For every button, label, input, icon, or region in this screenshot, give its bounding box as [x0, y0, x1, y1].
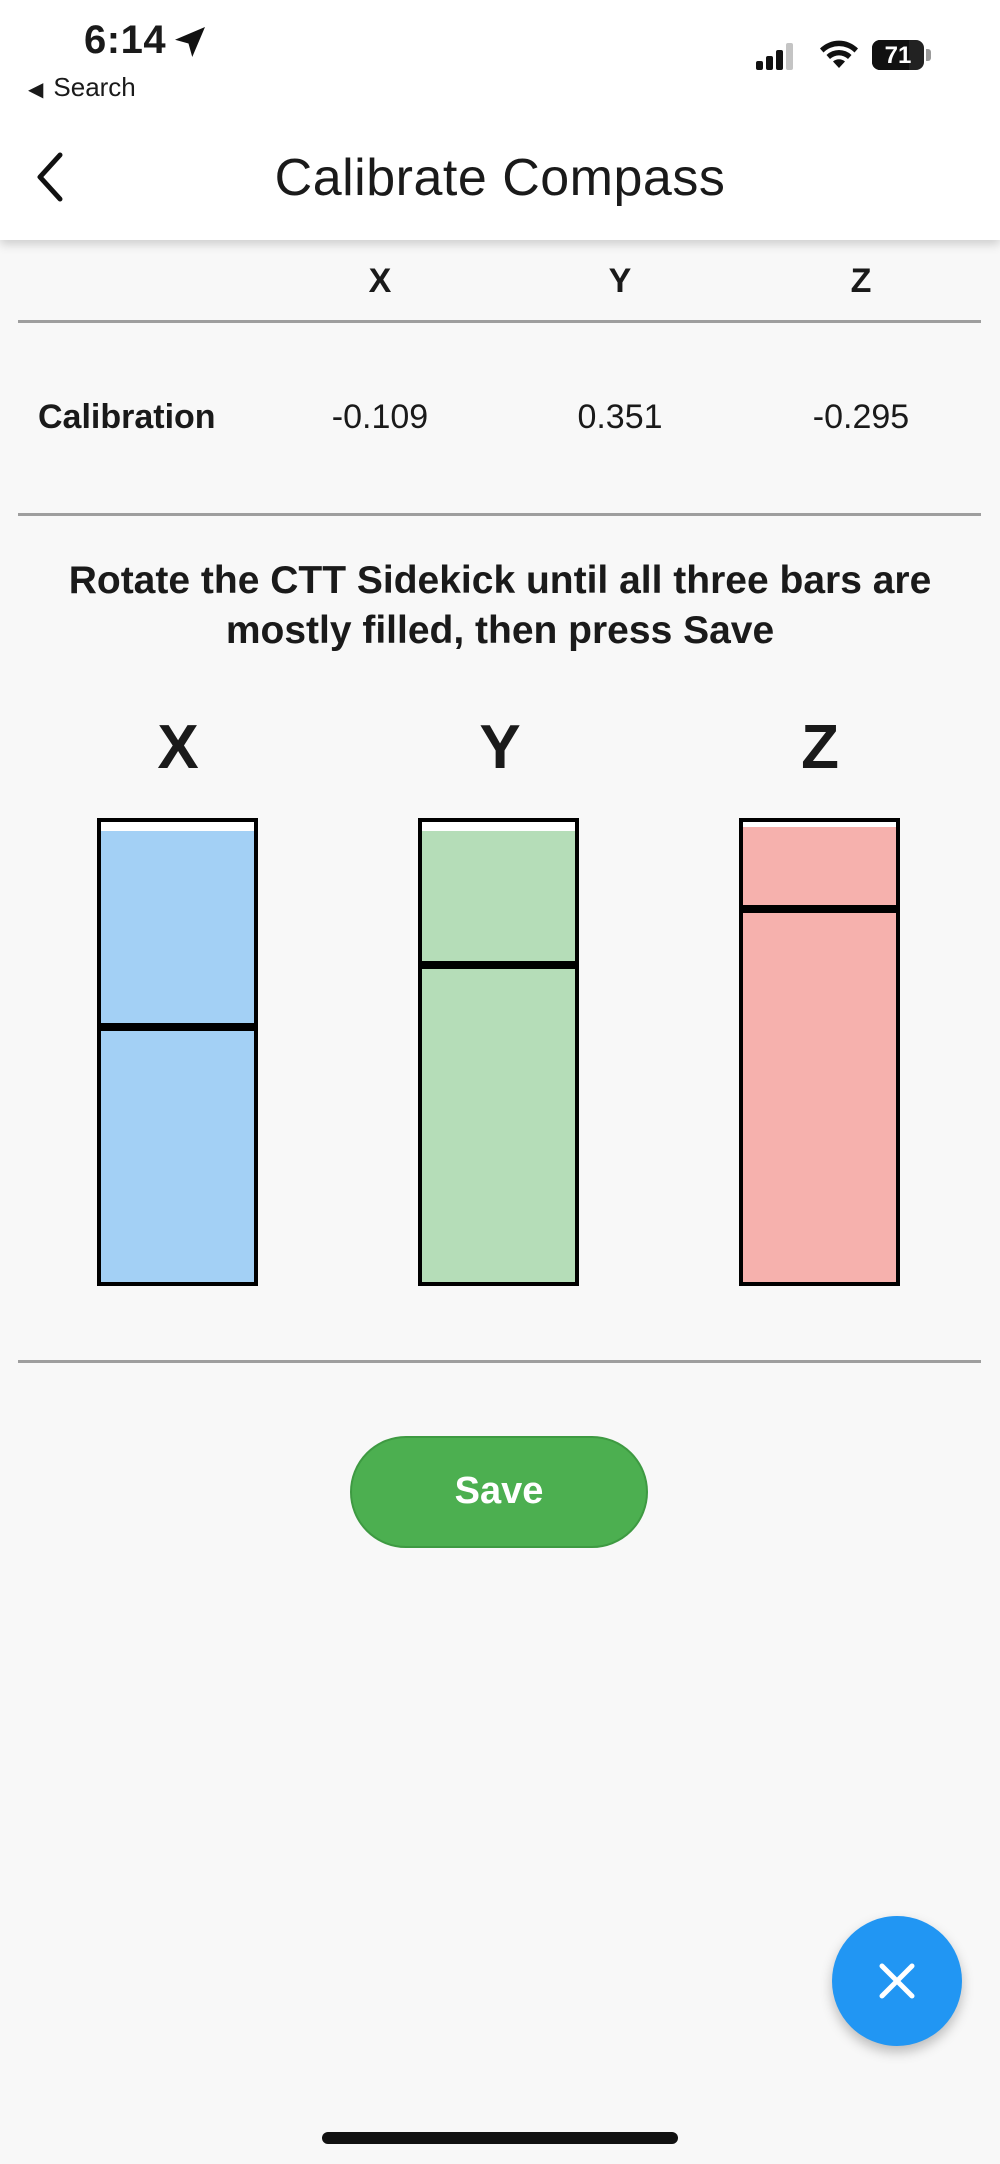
bar-fill-z [743, 826, 896, 1282]
bars-bottom-divider [18, 1360, 981, 1363]
calibration-row-label: Calibration [38, 398, 216, 436]
home-indicator [322, 2132, 678, 2144]
bar-label-z: Z [801, 713, 839, 782]
bar-fill-y [422, 831, 575, 1282]
wifi-icon [820, 40, 858, 68]
save-button[interactable]: Save [350, 1436, 648, 1548]
page-title: Calibrate Compass [274, 149, 726, 207]
bar-marker-y [418, 960, 579, 969]
bar-meter-z [739, 818, 900, 1286]
instruction-text: Rotate the CTT Sidekick until all three … [68, 559, 932, 652]
column-header-y: Y [608, 262, 632, 300]
bar-meter-x [97, 818, 258, 1286]
bar-marker-x [97, 1022, 258, 1031]
column-header-x: X [368, 262, 392, 300]
table-bottom-divider [18, 513, 981, 516]
status-back-label: Search [53, 72, 136, 102]
location-arrow-icon [175, 27, 205, 57]
table-header-divider [18, 320, 981, 323]
calibration-value-z: -0.295 [812, 398, 910, 436]
battery-icon: 71 [872, 40, 932, 70]
back-triangle-icon: ◀ [28, 79, 44, 101]
status-back-link[interactable]: ◀ Search [28, 72, 136, 103]
battery-percent: 71 [884, 42, 912, 69]
status-time: 6:14 [84, 18, 167, 62]
bar-meter-y [418, 818, 579, 1286]
close-fab-button[interactable] [832, 1916, 962, 2046]
signal-icon [756, 42, 796, 70]
bar-label-y: Y [479, 713, 521, 782]
calibration-value-y: 0.351 [577, 398, 663, 436]
bar-fill-x [101, 831, 254, 1282]
bar-marker-z [739, 905, 900, 914]
bar-label-x: X [157, 713, 199, 782]
column-header-z: Z [850, 262, 872, 300]
close-icon [879, 1963, 915, 1999]
calibration-value-x: -0.109 [331, 398, 429, 436]
